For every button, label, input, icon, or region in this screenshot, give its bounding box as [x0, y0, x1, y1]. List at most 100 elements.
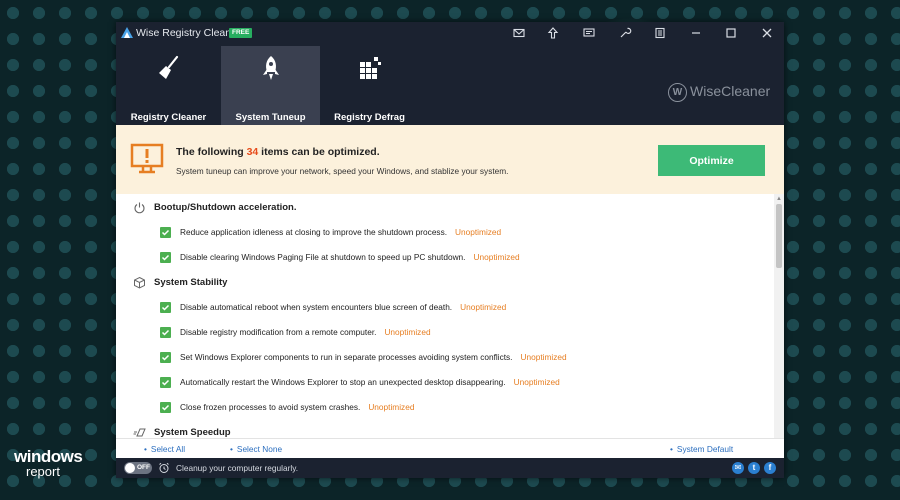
minimize-icon[interactable] [689, 26, 703, 40]
item-description: Disable clearing Windows Paging File at … [180, 252, 466, 262]
item-text: Automatically restart the Windows Explor… [180, 377, 560, 387]
wisecleaner-brand[interactable]: W WiseCleaner [668, 83, 770, 102]
item-status: Unoptimized [460, 302, 507, 312]
list-scrollbar[interactable]: ▲ ▼ [774, 194, 784, 458]
app-logo-icon [121, 27, 133, 38]
item-description: Disable automatical reboot when system e… [180, 302, 453, 312]
mail-icon[interactable] [512, 26, 526, 40]
cube-icon [134, 276, 145, 289]
headline-prefix: The following [176, 146, 247, 158]
check-icon [161, 404, 170, 411]
windows-report-watermark: windows report [14, 447, 83, 479]
item-status: Unoptimized [473, 252, 520, 262]
section-bootup-shutdown[interactable]: Bootup/Shutdown acceleration. [116, 195, 766, 220]
check-icon [161, 304, 170, 311]
item-text: Reduce application idleness at closing t… [180, 227, 501, 237]
item-status: Unoptimized [513, 377, 560, 387]
list-item[interactable]: Reduce application idleness at closing t… [116, 220, 766, 245]
list-item[interactable]: Disable registry modification from a rem… [116, 320, 766, 345]
item-checkbox[interactable] [160, 227, 171, 238]
item-description: Set Windows Explorer components to run i… [180, 352, 513, 362]
item-description: Automatically restart the Windows Explor… [180, 377, 506, 387]
tools-icon[interactable] [618, 26, 632, 40]
headline-suffix: items can be optimized. [258, 146, 380, 158]
list-item[interactable]: Disable automatical reboot when system e… [116, 295, 766, 320]
tab-registry-defrag[interactable]: Registry Defrag [320, 46, 419, 125]
list-item[interactable]: Close frozen processes to avoid system c… [116, 395, 766, 420]
optimize-button[interactable]: Optimize [658, 145, 765, 176]
scroll-up-icon[interactable]: ▲ [774, 196, 784, 204]
item-status: Unoptimized [384, 327, 431, 337]
item-checkbox[interactable] [160, 402, 171, 413]
mail-share-icon[interactable]: ✉ [732, 462, 744, 474]
item-status: Unoptimized [368, 402, 415, 412]
tab-label: Registry Defrag [334, 112, 405, 123]
app-window: Wise Registry Cleaner X FREE Registry Cl… [116, 22, 784, 478]
item-text: Set Windows Explorer components to run i… [180, 352, 567, 362]
select-all-label: Select All [150, 444, 186, 454]
wisecleaner-logo-icon: W [668, 83, 687, 102]
status-text: Cleanup your computer regularly. [176, 463, 299, 473]
scroll-thumb[interactable] [776, 204, 782, 268]
close-icon[interactable] [760, 26, 774, 40]
list-item[interactable]: Set Windows Explorer components to run i… [116, 345, 766, 370]
item-text: Disable registry modification from a rem… [180, 327, 431, 337]
feedback-icon[interactable] [582, 26, 596, 40]
tab-label: Registry Cleaner [130, 112, 207, 123]
select-none-link[interactable]: • Select None [230, 444, 282, 454]
select-none-label: Select None [236, 444, 283, 454]
tuneup-list: Bootup/Shutdown acceleration. Reduce app… [116, 194, 774, 458]
tab-label: System Tuneup [235, 112, 306, 123]
facebook-icon[interactable]: f [764, 462, 776, 474]
bullet-icon: • [144, 444, 147, 454]
list-item[interactable]: Automatically restart the Windows Explor… [116, 370, 766, 395]
check-icon [161, 354, 170, 361]
defrag-icon [360, 57, 381, 79]
schedule-toggle[interactable]: OFF [124, 462, 152, 474]
watermark-line2: report [26, 464, 60, 479]
item-text: Disable automatical reboot when system e… [180, 302, 506, 312]
item-text: Disable clearing Windows Paging File at … [180, 252, 520, 262]
main-nav: Registry Cleaner System Tuneup Registry … [116, 44, 784, 125]
tab-system-tuneup[interactable]: System Tuneup [221, 46, 320, 125]
list-item[interactable]: Disable clearing Windows Paging File at … [116, 245, 766, 270]
toggle-knob [125, 463, 135, 473]
status-bar: OFF Cleanup your computer regularly. ✉ t… [116, 458, 784, 478]
watermark-line1: windows [14, 447, 83, 466]
banner-subtext: System tuneup can improve your network, … [176, 166, 509, 176]
system-default-link[interactable]: • System Default [670, 444, 733, 454]
check-icon [161, 329, 170, 336]
item-checkbox[interactable] [160, 327, 171, 338]
twitter-icon[interactable]: t [748, 462, 760, 474]
item-description: Close frozen processes to avoid system c… [180, 402, 361, 412]
check-icon [161, 254, 170, 261]
brand-text: WiseCleaner [690, 83, 771, 100]
item-description: Disable registry modification from a rem… [180, 327, 377, 337]
item-checkbox[interactable] [160, 377, 171, 388]
system-default-label: System Default [676, 444, 734, 454]
tab-registry-cleaner[interactable]: Registry Cleaner [119, 46, 218, 125]
free-badge: FREE [229, 28, 253, 38]
section-system-stability[interactable]: System Stability [116, 270, 766, 295]
title-bar: Wise Registry Cleaner X FREE [116, 22, 784, 44]
toggle-label: OFF [137, 464, 150, 471]
item-status: Unoptimized [520, 352, 567, 362]
item-checkbox[interactable] [160, 252, 171, 263]
alarm-clock-icon [159, 462, 169, 473]
item-status: Unoptimized [455, 227, 502, 237]
monitor-alert-icon [130, 143, 164, 174]
banner-headline: The following 34 items can be optimized. [176, 146, 380, 158]
maximize-icon[interactable] [724, 26, 738, 40]
section-title: System Stability [154, 277, 228, 288]
section-title: System Speedup [154, 427, 231, 438]
bullet-icon: • [670, 444, 673, 454]
select-all-link[interactable]: • Select All [144, 444, 185, 454]
upgrade-icon[interactable] [546, 26, 560, 40]
check-icon [161, 379, 170, 386]
menu-icon[interactable] [653, 26, 667, 40]
item-description: Reduce application idleness at closing t… [180, 227, 448, 237]
item-checkbox[interactable] [160, 302, 171, 313]
item-checkbox[interactable] [160, 352, 171, 363]
bullet-icon: • [230, 444, 233, 454]
power-icon [134, 202, 145, 214]
